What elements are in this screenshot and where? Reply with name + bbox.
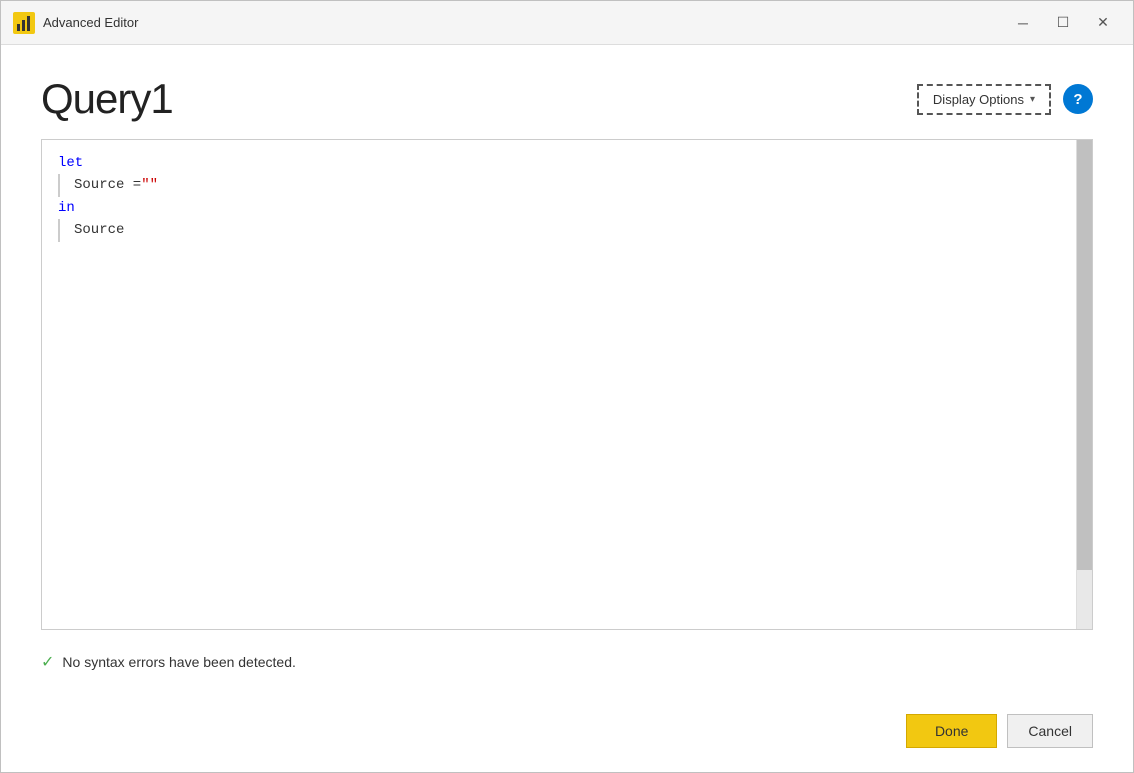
footer: Done Cancel (1, 698, 1133, 772)
maximize-button[interactable]: ☐ (1045, 9, 1081, 37)
header-right: Display Options ▾ ? (917, 84, 1093, 115)
keyword-in: in (58, 197, 75, 219)
help-label: ? (1073, 91, 1082, 108)
code-source-assign: Source = (74, 174, 141, 196)
scrollbar-track[interactable] (1076, 140, 1092, 629)
code-source-value: "" (141, 174, 158, 196)
title-bar-controls: ─ ☐ ✕ (1005, 9, 1121, 37)
status-bar: ✓ No syntax errors have been detected. (41, 646, 1093, 678)
editor-container: let Source = "" in Source (41, 139, 1093, 630)
content-area: Query1 Display Options ▾ ? let (1, 45, 1133, 698)
check-icon: ✓ (41, 652, 54, 672)
display-options-label: Display Options (933, 92, 1024, 107)
gutter-2 (58, 174, 66, 196)
display-options-button[interactable]: Display Options ▾ (917, 84, 1051, 115)
chevron-down-icon: ▾ (1030, 94, 1035, 105)
advanced-editor-window: Advanced Editor ─ ☐ ✕ Query1 Display Opt… (0, 0, 1134, 773)
editor-content[interactable]: let Source = "" in Source (42, 140, 1076, 629)
scrollbar-thumb[interactable] (1077, 140, 1092, 570)
code-line-1: let (58, 152, 1060, 174)
close-button[interactable]: ✕ (1085, 9, 1121, 37)
code-line-2: Source = "" (58, 174, 1060, 196)
code-line-4: Source (58, 219, 1060, 241)
status-text: No syntax errors have been detected. (62, 654, 295, 670)
powerbi-icon (13, 12, 35, 34)
minimize-button[interactable]: ─ (1005, 9, 1041, 37)
help-button[interactable]: ? (1063, 84, 1093, 114)
done-button[interactable]: Done (906, 714, 997, 748)
scrollbar-bottom (1077, 570, 1092, 629)
keyword-let: let (58, 152, 83, 174)
query-title: Query1 (41, 75, 173, 123)
title-bar: Advanced Editor ─ ☐ ✕ (1, 1, 1133, 45)
gutter-4 (58, 219, 66, 241)
title-bar-left: Advanced Editor (13, 12, 138, 34)
header-row: Query1 Display Options ▾ ? (41, 75, 1093, 123)
code-source-ref: Source (74, 219, 124, 241)
title-bar-title: Advanced Editor (43, 15, 138, 30)
cancel-button[interactable]: Cancel (1007, 714, 1093, 748)
code-line-3: in (58, 197, 1060, 219)
